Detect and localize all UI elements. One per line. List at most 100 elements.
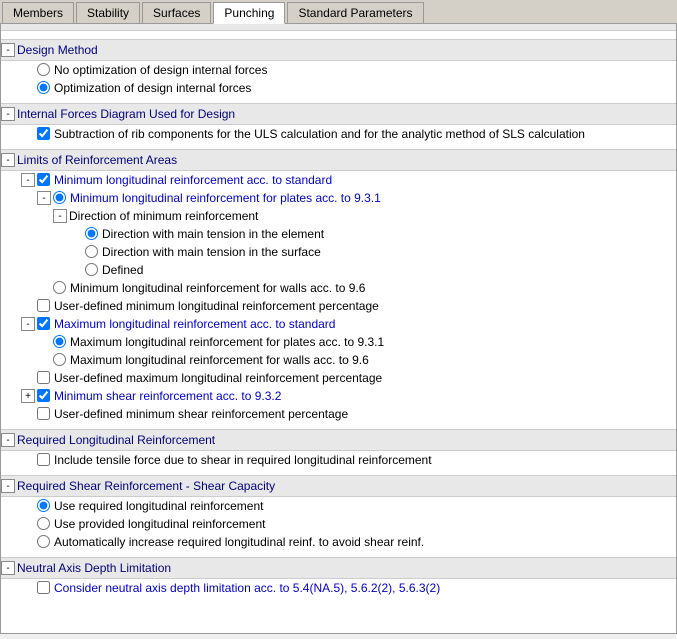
- expander-direction-min[interactable]: -: [53, 209, 67, 223]
- radio-max-long-plates[interactable]: [53, 335, 66, 348]
- radio-use-provided-long[interactable]: [37, 517, 50, 530]
- item-dir-main-tension-surface: Direction with main tension in the surfa…: [1, 243, 676, 261]
- tab-punching[interactable]: Punching: [213, 2, 285, 24]
- section-header-neutral-axis: -Neutral Axis Depth Limitation: [1, 557, 676, 579]
- radio-dir-main-tension-surface[interactable]: [85, 245, 98, 258]
- spacer-auto-increase: [21, 534, 35, 548]
- spacer-optimization: [21, 80, 35, 94]
- spacer-min-long-walls: [37, 280, 51, 294]
- label-max-long-plates: Maximum longitudinal reinforcement for p…: [70, 334, 384, 350]
- section-neutral-axis: -Neutral Axis Depth LimitationConsider n…: [1, 557, 676, 597]
- spacer-max-long-plates: [37, 334, 51, 348]
- expander-neutral-axis[interactable]: -: [1, 561, 15, 575]
- radio-optimization[interactable]: [37, 81, 50, 94]
- item-dir-main-tension-element: Direction with main tension in the eleme…: [1, 225, 676, 243]
- section-title-required-shear: Required Shear Reinforcement - Shear Cap…: [17, 478, 275, 494]
- section-required-shear: -Required Shear Reinforcement - Shear Ca…: [1, 475, 676, 551]
- design-parameters-header: [1, 24, 676, 31]
- radio-no-optimization[interactable]: [37, 63, 50, 76]
- expander-limits-reinforcement[interactable]: -: [1, 153, 15, 167]
- item-min-long-walls: Minimum longitudinal reinforcement for w…: [1, 279, 676, 297]
- checkbox-user-min-shear[interactable]: [37, 407, 50, 420]
- label-max-long-standard: Maximum longitudinal reinforcement acc. …: [54, 316, 335, 332]
- item-auto-increase: Automatically increase required longitud…: [1, 533, 676, 551]
- item-min-shear: +Minimum shear reinforcement acc. to 9.3…: [1, 387, 676, 405]
- expander-design-method[interactable]: -: [1, 43, 15, 57]
- label-use-required-long: Use required longitudinal reinforcement: [54, 498, 263, 514]
- label-no-optimization: No optimization of design internal force…: [54, 62, 267, 78]
- spacer-subtraction-rib: [21, 126, 35, 140]
- label-consider-neutral: Consider neutral axis depth limitation a…: [54, 580, 440, 596]
- expander-internal-forces[interactable]: -: [1, 107, 15, 121]
- item-tensile-force: Include tensile force due to shear in re…: [1, 451, 676, 469]
- section-header-design-method: -Design Method: [1, 39, 676, 61]
- tab-members[interactable]: Members: [2, 2, 74, 23]
- item-user-min-long: User-defined minimum longitudinal reinfo…: [1, 297, 676, 315]
- spacer-no-optimization: [21, 62, 35, 76]
- expander-max-long-standard[interactable]: -: [21, 317, 35, 331]
- label-min-long-walls: Minimum longitudinal reinforcement for w…: [70, 280, 365, 296]
- expander-min-long-plates[interactable]: -: [37, 191, 51, 205]
- label-user-min-long: User-defined minimum longitudinal reinfo…: [54, 298, 379, 314]
- radio-dir-main-tension-element[interactable]: [85, 227, 98, 240]
- expander-min-long-standard[interactable]: -: [21, 173, 35, 187]
- item-max-long-plates: Maximum longitudinal reinforcement for p…: [1, 333, 676, 351]
- item-optimization: Optimization of design internal forces: [1, 79, 676, 97]
- spacer-use-provided-long: [21, 516, 35, 530]
- section-title-neutral-axis: Neutral Axis Depth Limitation: [17, 560, 171, 576]
- label-min-long-plates: Minimum longitudinal reinforcement for p…: [70, 190, 381, 206]
- section-header-limits-reinforcement: -Limits of Reinforcement Areas: [1, 149, 676, 171]
- expander-min-shear[interactable]: +: [21, 389, 35, 403]
- section-limits-reinforcement: -Limits of Reinforcement Areas-Minimum l…: [1, 149, 676, 423]
- item-subtraction-rib: Subtraction of rib components for the UL…: [1, 125, 676, 143]
- spacer-consider-neutral: [21, 580, 35, 594]
- spacer-user-min-shear: [21, 406, 35, 420]
- checkbox-user-min-long[interactable]: [37, 299, 50, 312]
- radio-max-long-walls[interactable]: [53, 353, 66, 366]
- spacer-dir-main-tension-element: [69, 226, 83, 240]
- checkbox-subtraction-rib[interactable]: [37, 127, 50, 140]
- item-use-required-long: Use required longitudinal reinforcement: [1, 497, 676, 515]
- checkbox-max-long-standard[interactable]: [37, 317, 50, 330]
- section-required-long: -Required Longitudinal ReinforcementIncl…: [1, 429, 676, 469]
- label-user-max-long: User-defined maximum longitudinal reinfo…: [54, 370, 382, 386]
- checkbox-tensile-force[interactable]: [37, 453, 50, 466]
- tab-surfaces[interactable]: Surfaces: [142, 2, 211, 23]
- spacer-user-min-long: [21, 298, 35, 312]
- label-tensile-force: Include tensile force due to shear in re…: [54, 452, 432, 468]
- radio-dir-defined[interactable]: [85, 263, 98, 276]
- spacer-use-required-long: [21, 498, 35, 512]
- section-internal-forces: -Internal Forces Diagram Used for Design…: [1, 103, 676, 143]
- label-direction-min: Direction of minimum reinforcement: [69, 208, 258, 224]
- tab-stability[interactable]: Stability: [76, 2, 140, 23]
- spacer-tensile-force: [21, 452, 35, 466]
- label-subtraction-rib: Subtraction of rib components for the UL…: [54, 126, 585, 142]
- label-dir-main-tension-surface: Direction with main tension in the surfa…: [102, 244, 321, 260]
- checkbox-user-max-long[interactable]: [37, 371, 50, 384]
- section-title-limits-reinforcement: Limits of Reinforcement Areas: [17, 152, 177, 168]
- tab-standard-parameters[interactable]: Standard Parameters: [287, 2, 423, 23]
- item-consider-neutral: Consider neutral axis depth limitation a…: [1, 579, 676, 597]
- radio-auto-increase[interactable]: [37, 535, 50, 548]
- item-direction-min: -Direction of minimum reinforcement: [1, 207, 676, 225]
- expander-required-long[interactable]: -: [1, 433, 15, 447]
- spacer-max-long-walls: [37, 352, 51, 366]
- item-min-long-standard: -Minimum longitudinal reinforcement acc.…: [1, 171, 676, 189]
- radio-min-long-walls[interactable]: [53, 281, 66, 294]
- expander-required-shear[interactable]: -: [1, 479, 15, 493]
- section-header-required-shear: -Required Shear Reinforcement - Shear Ca…: [1, 475, 676, 497]
- radio-use-required-long[interactable]: [37, 499, 50, 512]
- tree: -Design MethodNo optimization of design …: [1, 31, 676, 603]
- label-use-provided-long: Use provided longitudinal reinforcement: [54, 516, 265, 532]
- section-header-required-long: -Required Longitudinal Reinforcement: [1, 429, 676, 451]
- item-user-max-long: User-defined maximum longitudinal reinfo…: [1, 369, 676, 387]
- section-title-required-long: Required Longitudinal Reinforcement: [17, 432, 215, 448]
- label-auto-increase: Automatically increase required longitud…: [54, 534, 424, 550]
- checkbox-min-shear[interactable]: [37, 389, 50, 402]
- item-dir-defined: Defined: [1, 261, 676, 279]
- checkbox-consider-neutral[interactable]: [37, 581, 50, 594]
- radio-min-long-plates[interactable]: [53, 191, 66, 204]
- label-user-min-shear: User-defined minimum shear reinforcement…: [54, 406, 348, 422]
- item-use-provided-long: Use provided longitudinal reinforcement: [1, 515, 676, 533]
- checkbox-min-long-standard[interactable]: [37, 173, 50, 186]
